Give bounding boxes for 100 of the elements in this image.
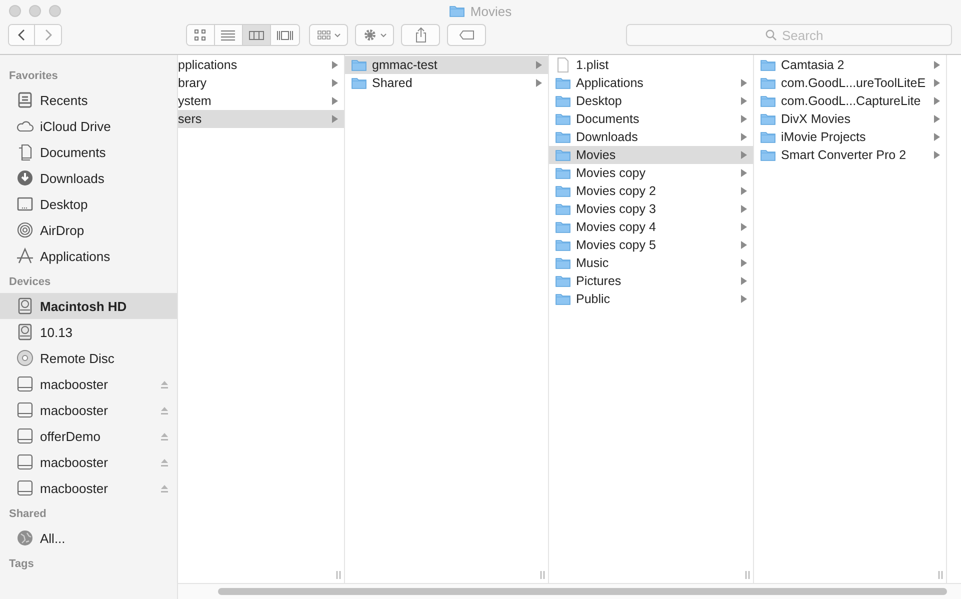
- eject-icon[interactable]: [160, 380, 169, 388]
- disclosure-arrow-icon: [741, 79, 747, 87]
- sidebar-item[interactable]: Downloads: [0, 165, 177, 191]
- disclosure-arrow-icon: [741, 169, 747, 177]
- disclosure-arrow-icon: [741, 277, 747, 285]
- sidebar-item[interactable]: Macintosh HD: [0, 293, 177, 319]
- sidebar-item[interactable]: macbooster: [0, 397, 177, 423]
- folder-icon: [555, 184, 571, 198]
- desktop-icon: [16, 195, 34, 213]
- column-item[interactable]: pplications: [178, 56, 344, 74]
- sidebar-item[interactable]: All...: [0, 525, 177, 551]
- disclosure-arrow-icon: [741, 241, 747, 249]
- disclosure-arrow-icon: [741, 133, 747, 141]
- icons-view-button[interactable]: [187, 25, 215, 45]
- downloads-icon: [16, 169, 34, 187]
- disclosure-arrow-icon: [741, 97, 747, 105]
- column-item[interactable]: Downloads: [549, 128, 753, 146]
- back-button[interactable]: [9, 25, 35, 45]
- folder-icon: [555, 292, 571, 306]
- sidebar-item[interactable]: iCloud Drive: [0, 113, 177, 139]
- column-resize-handle[interactable]: [745, 571, 750, 579]
- disclosure-arrow-icon: [934, 133, 940, 141]
- eject-icon[interactable]: [160, 406, 169, 414]
- column-item[interactable]: iMovie Projects: [754, 128, 946, 146]
- columns-view-button[interactable]: [243, 25, 271, 45]
- folder-icon: [555, 148, 571, 162]
- column-item[interactable]: com.GoodL...ureToolLiteE: [754, 74, 946, 92]
- search-field[interactable]: Search: [626, 24, 952, 46]
- window-control[interactable]: [29, 5, 41, 17]
- folder-icon: [555, 112, 571, 126]
- column-item[interactable]: Camtasia 2: [754, 56, 946, 74]
- list-view-button[interactable]: [215, 25, 243, 45]
- sidebar-item[interactable]: 10.13: [0, 319, 177, 345]
- volume-icon: [16, 453, 34, 471]
- folder-icon: [351, 76, 367, 90]
- column-item[interactable]: brary: [178, 74, 344, 92]
- column-item[interactable]: ystem: [178, 92, 344, 110]
- column-item[interactable]: Applications: [549, 74, 753, 92]
- column-resize-handle[interactable]: [336, 571, 341, 579]
- column-item[interactable]: DivX Movies: [754, 110, 946, 128]
- recents-icon: [16, 91, 34, 109]
- settings-button[interactable]: [355, 24, 394, 46]
- caret-icon: [380, 32, 386, 38]
- disclosure-arrow-icon: [741, 151, 747, 159]
- sidebar-item[interactable]: macbooster: [0, 449, 177, 475]
- column-item[interactable]: com.GoodL...CaptureLite: [754, 92, 946, 110]
- sidebar-item[interactable]: Applications: [0, 243, 177, 269]
- scrollbar-thumb[interactable]: [218, 588, 947, 595]
- column-item[interactable]: Movies: [549, 146, 753, 164]
- sidebar-item[interactable]: macbooster: [0, 475, 177, 501]
- chevron-left-icon: [16, 28, 26, 42]
- sidebar-item[interactable]: Remote Disc: [0, 345, 177, 371]
- eject-icon[interactable]: [160, 458, 169, 466]
- column-item[interactable]: Shared: [345, 74, 548, 92]
- window-control[interactable]: [9, 5, 21, 17]
- sidebar-heading: Devices: [8, 275, 52, 290]
- sidebar-item[interactable]: macbooster: [0, 371, 177, 397]
- column-item[interactable]: Movies copy 5: [549, 236, 753, 254]
- eject-icon[interactable]: [160, 432, 169, 440]
- search-icon: [765, 29, 777, 41]
- sidebar-item[interactable]: Desktop: [0, 191, 177, 217]
- arrange-button[interactable]: [309, 24, 348, 46]
- share-button[interactable]: [401, 24, 440, 46]
- grid-icon: [316, 29, 330, 41]
- sidebar-heading: Favorites: [8, 69, 59, 84]
- column-item[interactable]: Music: [549, 254, 753, 272]
- column-resize-handle[interactable]: [938, 571, 943, 579]
- column-item[interactable]: Pictures: [549, 272, 753, 290]
- sidebar-item[interactable]: offerDemo: [0, 423, 177, 449]
- coverflow-view-button[interactable]: [271, 25, 299, 45]
- column-item[interactable]: Public: [549, 290, 753, 308]
- column-item[interactable]: Movies copy 4: [549, 218, 753, 236]
- folder-icon: [555, 130, 571, 144]
- folder-icon: [449, 4, 466, 18]
- column-item[interactable]: Movies copy 2: [549, 182, 753, 200]
- column-item[interactable]: sers: [178, 110, 344, 128]
- network-icon: [16, 529, 34, 547]
- sidebar-item[interactable]: AirDrop: [0, 217, 177, 243]
- disclosure-arrow-icon: [741, 295, 747, 303]
- sidebar-item[interactable]: Documents: [0, 139, 177, 165]
- column-item[interactable]: Desktop: [549, 92, 753, 110]
- volume-icon: [16, 427, 34, 445]
- column-item[interactable]: Documents: [549, 110, 753, 128]
- disclosure-arrow-icon: [741, 115, 747, 123]
- disclosure-arrow-icon: [934, 115, 940, 123]
- volume-icon: [16, 401, 34, 419]
- column-resize-handle[interactable]: [540, 571, 545, 579]
- eject-icon[interactable]: [160, 484, 169, 492]
- disclosure-arrow-icon: [934, 151, 940, 159]
- disclosure-arrow-icon: [332, 97, 338, 105]
- column-item[interactable]: Movies copy 3: [549, 200, 753, 218]
- sidebar-item[interactable]: Recents: [0, 87, 177, 113]
- window-title: Movies: [470, 4, 512, 18]
- column-item[interactable]: Movies copy: [549, 164, 753, 182]
- column-item[interactable]: 1.plist: [549, 56, 753, 74]
- tag-button[interactable]: [447, 24, 486, 46]
- column-item[interactable]: Smart Converter Pro 2: [754, 146, 946, 164]
- window-control[interactable]: [49, 5, 61, 17]
- column-item[interactable]: gmmac-test: [345, 56, 548, 74]
- gear-icon: [362, 28, 376, 42]
